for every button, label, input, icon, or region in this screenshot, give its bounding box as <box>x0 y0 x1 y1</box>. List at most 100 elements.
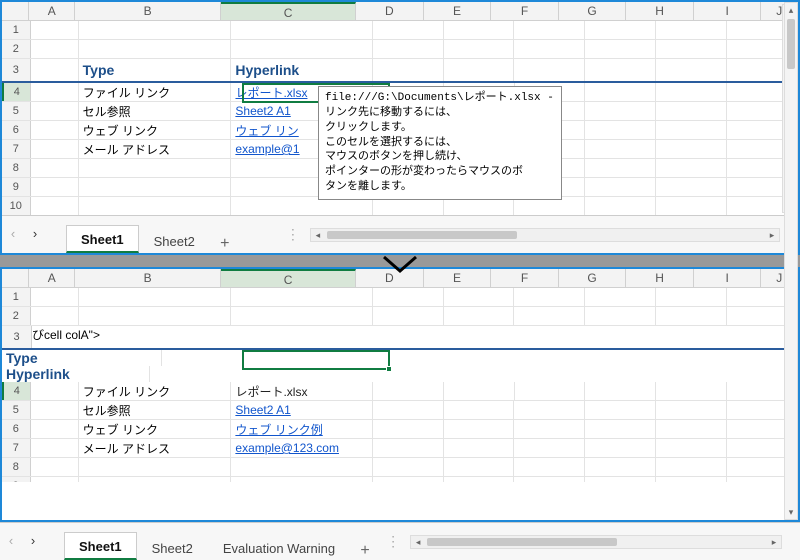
vertical-scrollbar[interactable]: ▴ ▾ <box>784 2 798 520</box>
cell-c4[interactable]: レポート.xlsx <box>231 382 372 400</box>
scroll-down-icon[interactable]: ▾ <box>785 505 797 519</box>
scroll-right-icon[interactable]: ▸ <box>767 536 781 548</box>
col-header-i[interactable]: I <box>694 2 762 20</box>
col-header-a[interactable]: A <box>29 269 75 287</box>
select-all-corner[interactable] <box>2 2 29 20</box>
row-header-6[interactable]: 6 <box>2 420 31 438</box>
sheet-tab-bar: ‹ › Sheet1 Sheet2 + ⋮ ◂ ▸ <box>2 215 798 253</box>
row-header-9[interactable]: 9 <box>2 178 31 196</box>
tab-sheet1[interactable]: Sheet1 <box>66 225 139 253</box>
tab-nav-prev[interactable]: ‹ <box>4 226 22 244</box>
hyperlink-cellref: Sheet2 A1 <box>235 403 290 417</box>
row-2: 2 <box>2 307 798 326</box>
col-header-a[interactable]: A <box>29 2 75 20</box>
cell-c5[interactable]: Sheet2 A1 <box>231 401 372 419</box>
add-sheet-button[interactable]: + <box>350 542 380 560</box>
select-all-corner[interactable] <box>2 269 29 287</box>
cell-b4[interactable]: ファイル リンク <box>79 83 232 101</box>
scroll-left-icon[interactable]: ◂ <box>411 536 425 548</box>
col-header-i[interactable]: I <box>694 269 762 287</box>
row-header-7[interactable]: 7 <box>2 140 31 158</box>
cell-b6[interactable]: ウェブ リンク <box>79 121 232 139</box>
col-header-f[interactable]: F <box>491 2 559 20</box>
col-header-h[interactable]: H <box>626 269 694 287</box>
hyperlink-email: example@123.com <box>235 441 339 455</box>
cell-c7[interactable]: example@123.com <box>231 439 372 457</box>
row-header-2[interactable]: 2 <box>2 40 31 58</box>
row-header-5[interactable]: 5 <box>2 401 31 419</box>
tab-sheet1[interactable]: Sheet1 <box>64 532 137 560</box>
cell-b4[interactable]: ファイル リンク <box>79 382 232 400</box>
row-header-7[interactable]: 7 <box>2 439 31 457</box>
arrow-down-icon <box>382 255 418 278</box>
col-header-c[interactable]: C <box>221 269 356 287</box>
col-header-e[interactable]: E <box>424 2 492 20</box>
horizontal-scrollbar[interactable]: ◂ ▸ <box>310 228 780 242</box>
hyperlink-web: ウェブ リン <box>235 122 298 139</box>
col-header-g[interactable]: G <box>559 269 627 287</box>
row-2: 2 <box>2 40 798 59</box>
row-header-8[interactable]: 8 <box>2 159 31 177</box>
col-header-b[interactable]: B <box>75 269 221 287</box>
scroll-right-icon[interactable]: ▸ <box>765 229 779 241</box>
cell-b3[interactable]: Type <box>2 350 162 366</box>
cell-b3[interactable]: Type <box>79 59 232 81</box>
hyperlink-web: ウェブ リンク例 <box>235 421 322 438</box>
row-header-5[interactable]: 5 <box>2 102 31 120</box>
row-header-10[interactable]: 10 <box>2 197 31 215</box>
col-header-h[interactable]: H <box>626 2 694 20</box>
cell-c6[interactable]: ウェブ リンク例 <box>231 420 372 438</box>
row-6: 6 ウェブ リンク ウェブ リンク例 <box>2 420 798 439</box>
hyperlink-tooltip: file:///G:\Documents\レポート.xlsx - リンク先に移動… <box>318 86 562 200</box>
sheet-tab-bar: ‹ › Sheet1 Sheet2 Evaluation Warning + ⋮… <box>0 522 800 560</box>
row-8: 8 <box>2 458 798 477</box>
tab-nav-next[interactable]: › <box>26 226 44 244</box>
tab-nav-next[interactable]: › <box>24 533 42 551</box>
hscroll-thumb[interactable] <box>327 231 517 239</box>
row-header-4[interactable]: 4 <box>2 83 31 101</box>
col-header-b[interactable]: B <box>75 2 221 20</box>
cell-b6[interactable]: ウェブ リンク <box>79 420 232 438</box>
hscroll-thumb[interactable] <box>427 538 617 546</box>
column-headers: A B C D E F G H I J <box>2 2 798 21</box>
row-header-3[interactable]: 3 <box>2 59 31 81</box>
row-3: 3 びcell colA"> <box>2 326 798 350</box>
horizontal-scrollbar[interactable]: ◂ ▸ <box>410 535 782 549</box>
row-header-8[interactable]: 8 <box>2 458 31 476</box>
col-header-c[interactable]: C <box>221 2 356 20</box>
row-4: 4 ファイル リンク レポート.xlsx <box>2 382 798 401</box>
tab-evaluation-warning[interactable]: Evaluation Warning <box>208 534 350 560</box>
row-header-3[interactable]: 3 <box>2 326 32 348</box>
tab-nav-prev[interactable]: ‹ <box>2 533 20 551</box>
scroll-up-icon[interactable]: ▴ <box>785 3 797 17</box>
cell-c3[interactable]: Hyperlink <box>231 59 372 81</box>
tab-sheet2[interactable]: Sheet2 <box>137 534 208 560</box>
hyperlink-file: レポート.xlsx <box>235 84 307 101</box>
cell-b5[interactable]: セル参照 <box>79 401 232 419</box>
row-3: 3 Type Hyperlink <box>2 59 798 83</box>
col-header-d[interactable]: D <box>356 2 424 20</box>
tab-scrollbar-gripper[interactable]: ⋮ <box>286 226 300 243</box>
row-header-9[interactable]: 9 <box>2 477 31 482</box>
cell-b7[interactable]: メール アドレス <box>79 439 232 457</box>
col-header-e[interactable]: E <box>424 269 492 287</box>
row-header-4[interactable]: 4 <box>2 382 31 400</box>
row-header-1[interactable]: 1 <box>2 21 31 39</box>
cell-b5[interactable]: セル参照 <box>79 102 232 120</box>
row-header-1[interactable]: 1 <box>2 288 31 306</box>
tab-scrollbar-gripper[interactable]: ⋮ <box>386 533 400 550</box>
scroll-left-icon[interactable]: ◂ <box>311 229 325 241</box>
vscroll-thumb[interactable] <box>787 19 795 69</box>
row-header-2[interactable]: 2 <box>2 307 31 325</box>
add-sheet-button[interactable]: + <box>210 235 240 253</box>
grid[interactable]: A B C D E F G H I J 1 2 3 Type Hyperlink… <box>2 2 798 215</box>
row-1: 1 <box>2 288 798 307</box>
row-1: 1 <box>2 21 798 40</box>
col-header-f[interactable]: F <box>491 269 559 287</box>
col-header-g[interactable]: G <box>559 2 627 20</box>
tab-sheet2[interactable]: Sheet2 <box>139 227 210 253</box>
cell-c3[interactable]: Hyperlink <box>2 366 150 382</box>
cell-b7[interactable]: メール アドレス <box>79 140 232 158</box>
grid[interactable]: A B C D E F G H I J 1 2 3 びcell colA"> T… <box>2 269 798 482</box>
row-header-6[interactable]: 6 <box>2 121 31 139</box>
